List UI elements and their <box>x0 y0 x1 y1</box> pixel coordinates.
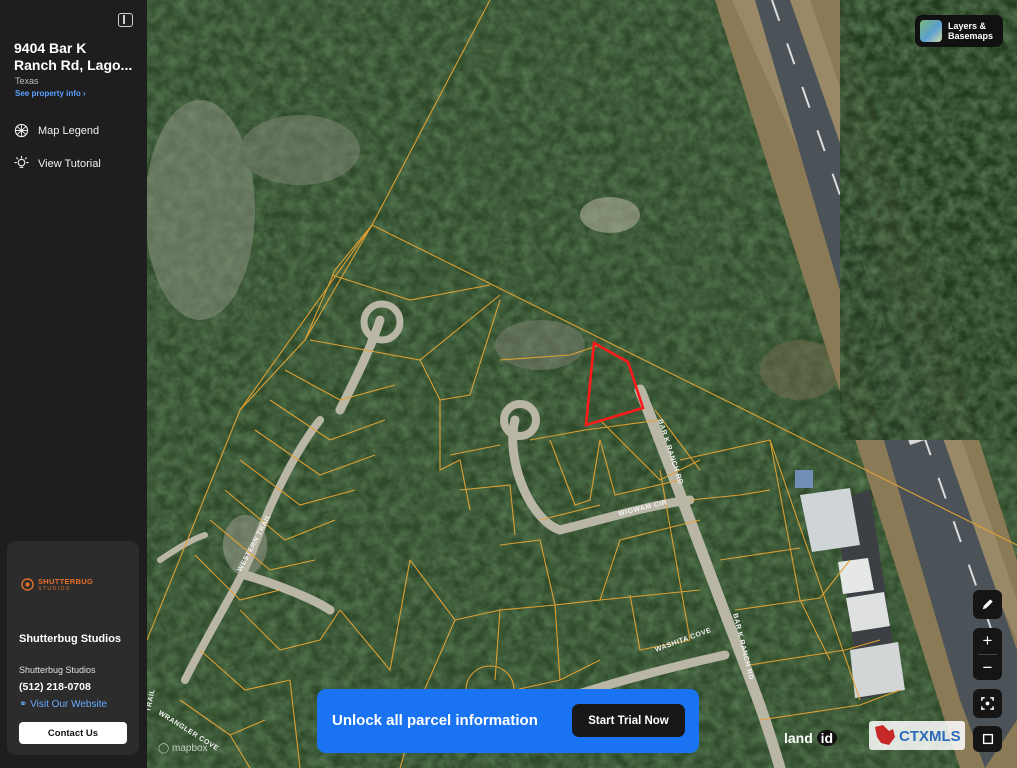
visit-website-link[interactable]: ⚭ Visit Our Website <box>19 699 107 710</box>
unlock-parcel-text: Unlock all parcel information <box>332 712 538 729</box>
unlock-parcel-banner: Unlock all parcel information Start Tria… <box>317 689 699 753</box>
logo-text: SHUTTERBUG <box>38 577 94 586</box>
property-state: Texas <box>15 76 39 86</box>
logo-subtext: STUDIOS <box>38 586 71 592</box>
layers-basemaps-button[interactable]: Layers & Basemaps <box>915 15 1003 47</box>
locate-button[interactable] <box>973 689 1002 718</box>
visit-website-label: Visit Our Website <box>30 699 108 710</box>
start-trial-button[interactable]: Start Trial Now <box>572 704 685 737</box>
fullscreen-button[interactable] <box>973 726 1002 752</box>
satellite-map[interactable]: BAR K RANCH RD WIGWAM CIR WASHITA COVE B… <box>0 0 1017 768</box>
agent-promo-card: SHUTTERBUG STUDIOS Shutterbug Studios Sh… <box>7 541 139 755</box>
collapse-sidebar-icon[interactable] <box>118 13 133 27</box>
address-line-1: 9404 Bar K <box>14 40 87 56</box>
zoom-out-button[interactable]: − <box>983 655 993 680</box>
land-id-logo-id: id <box>816 730 838 746</box>
property-address: 9404 Bar K Ranch Rd, Lago... <box>14 40 139 74</box>
nav-view-tutorial-label: View Tutorial <box>38 157 101 170</box>
focus-frame-icon <box>981 697 994 710</box>
nav-map-legend-label: Map Legend <box>38 124 100 137</box>
land-id-logo: land id <box>784 730 838 746</box>
see-property-info-label: See property info <box>15 89 81 98</box>
sidebar: 9404 Bar K Ranch Rd, Lago... Texas See p… <box>0 0 147 768</box>
pencil-icon <box>982 599 993 610</box>
ctxmls-logo: CTXMLS <box>869 721 965 750</box>
layers-basemaps-label: Layers & Basemaps <box>948 21 994 41</box>
nav-map-legend[interactable]: Map Legend <box>14 123 99 138</box>
agent-company: Shutterbug Studios <box>19 665 96 675</box>
layers-map-thumbnail-icon <box>920 20 942 42</box>
see-property-info-link[interactable]: See property info › <box>15 89 86 98</box>
expand-icon <box>982 733 993 745</box>
mapbox-attribution-label: mapbox <box>171 743 208 754</box>
contact-us-button[interactable]: Contact Us <box>19 722 127 744</box>
shutterbug-logo: SHUTTERBUG STUDIOS <box>21 577 101 595</box>
chevron-right-icon: › <box>83 89 86 98</box>
zoom-controls: + − <box>973 628 1002 680</box>
zoom-in-button[interactable]: + <box>983 628 993 654</box>
nav-view-tutorial[interactable]: View Tutorial <box>14 156 101 171</box>
land-id-logo-land: land <box>784 730 813 746</box>
ctxmls-logo-text: CTXMLS <box>899 728 961 745</box>
lightbulb-icon <box>14 156 29 168</box>
mapbox-attribution[interactable]: ◯ mapbox <box>158 743 208 754</box>
camera-shutter-icon <box>21 578 34 591</box>
address-line-2: Ranch Rd, Lago... <box>14 57 133 73</box>
agent-name: Shutterbug Studios <box>19 633 122 645</box>
draw-tool-button[interactable] <box>973 590 1002 619</box>
agent-phone[interactable]: (512) 218-0708 <box>19 681 91 693</box>
globe-icon: ⚭ <box>19 699 28 710</box>
globe-icon <box>14 123 29 138</box>
